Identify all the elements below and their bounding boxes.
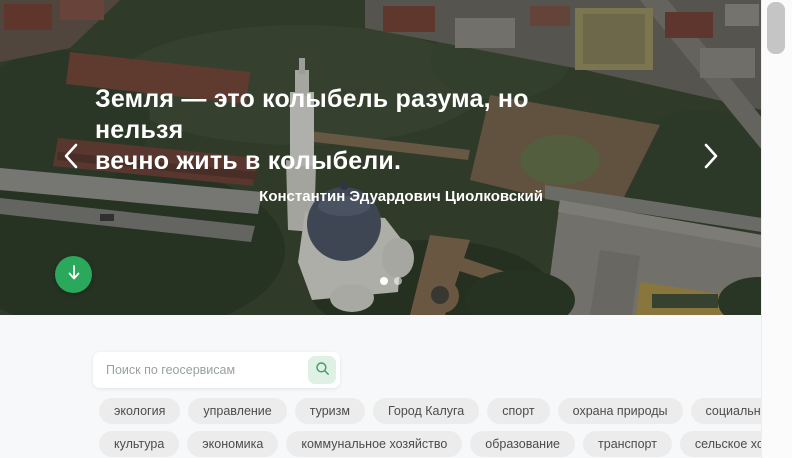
quote-line-1: Земля — это колыбель разума, но нельзя	[95, 85, 529, 144]
quote-line-2: вечно жить в колыбели.	[95, 147, 402, 175]
geoservices-section: экология управление туризм Город Калуга …	[0, 315, 792, 458]
tags-row-1: экология управление туризм Город Калуга …	[99, 398, 792, 424]
carousel-dot-2[interactable]	[394, 277, 402, 285]
tag-chip-communal-services[interactable]: коммунальное хозяйство	[286, 431, 463, 457]
page: Земля — это колыбель разума, но нельзя в…	[0, 0, 792, 458]
chevron-right-icon	[702, 141, 720, 174]
arrow-down-icon	[66, 264, 82, 285]
tag-chip-economy[interactable]: экономика	[187, 431, 279, 457]
tag-chip-ecology[interactable]: экология	[99, 398, 181, 424]
carousel-dot-1[interactable]	[380, 277, 388, 285]
search-icon	[315, 361, 330, 379]
carousel-next-button[interactable]	[698, 139, 724, 175]
carousel-prev-button[interactable]	[58, 139, 84, 175]
chevron-left-icon	[62, 141, 80, 174]
quote-author: Константин Эдуардович Циолковский	[259, 188, 543, 205]
tag-chip-city-kaluga[interactable]: Город Калуга	[372, 398, 480, 424]
tags-row-2: культура экономика коммунальное хозяйств…	[99, 431, 792, 457]
tag-chip-nature-protection[interactable]: охрана природы	[557, 398, 683, 424]
search-input[interactable]	[93, 363, 308, 377]
tag-chip-culture[interactable]: культура	[99, 431, 180, 457]
carousel-dots	[380, 277, 402, 285]
search-button[interactable]	[308, 356, 336, 384]
tag-chip-transport[interactable]: транспорт	[583, 431, 672, 457]
geoservices-search-bar	[93, 352, 340, 388]
hero-quote: Земля — это колыбель разума, но нельзя в…	[95, 84, 543, 205]
scroll-down-button[interactable]	[55, 256, 92, 293]
scrollbar[interactable]	[761, 0, 792, 458]
tag-chip-education[interactable]: образование	[470, 431, 576, 457]
scrollbar-thumb[interactable]	[767, 2, 785, 54]
tag-chip-management[interactable]: управление	[188, 398, 287, 424]
tag-chip-tourism[interactable]: туризм	[294, 398, 365, 424]
hero-carousel: Земля — это колыбель разума, но нельзя в…	[0, 0, 762, 315]
tag-chip-sport[interactable]: спорт	[487, 398, 550, 424]
